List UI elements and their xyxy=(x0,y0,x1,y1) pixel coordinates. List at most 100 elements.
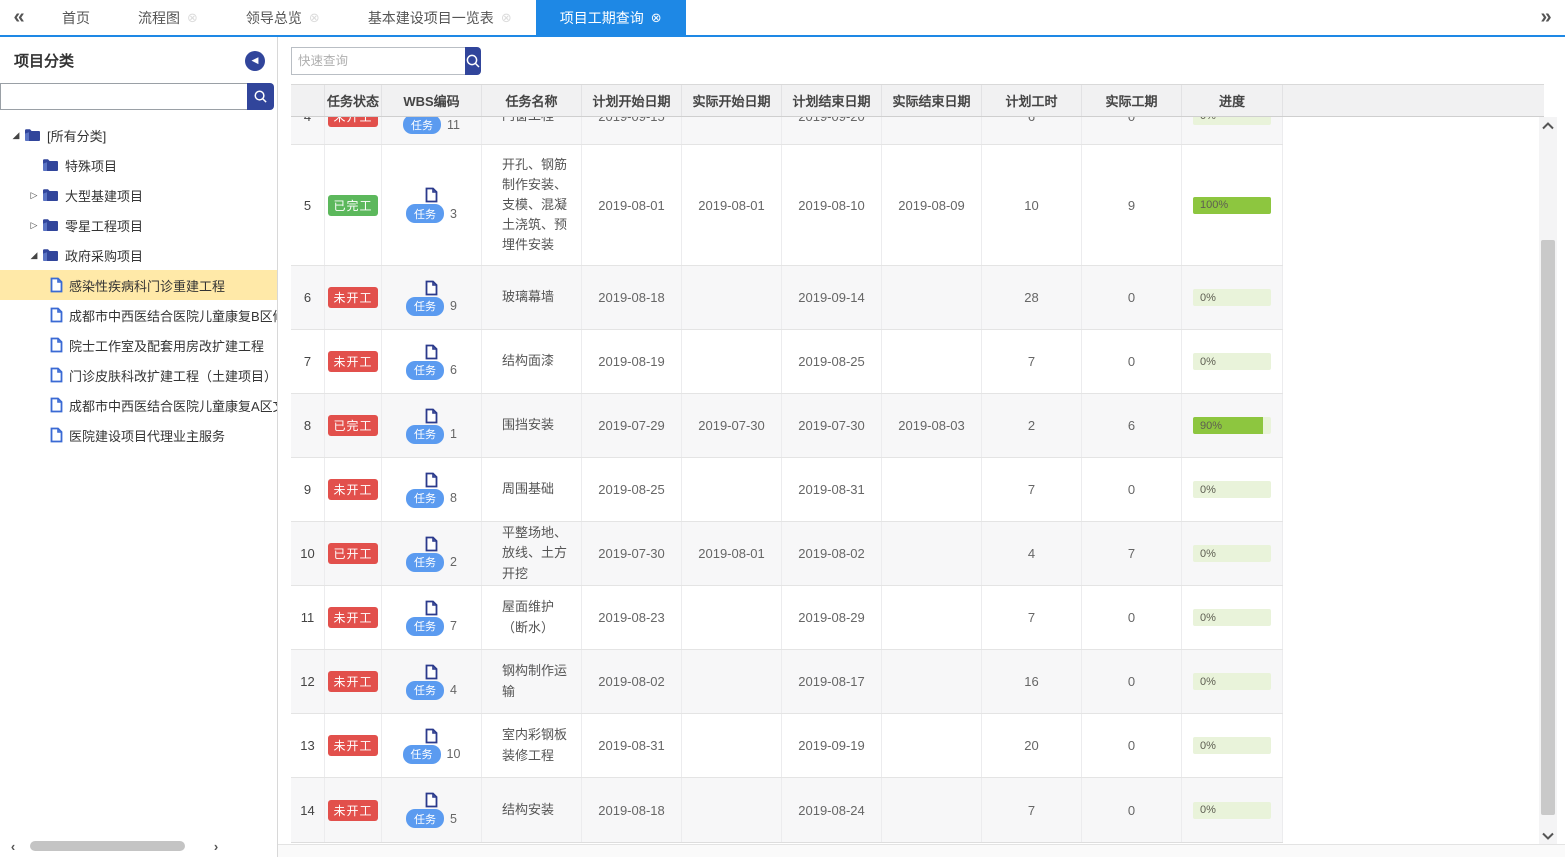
actual-hours-cell: 6 xyxy=(1082,394,1182,457)
tab-项目工期查询[interactable]: 项目工期查询⊗ xyxy=(536,0,686,35)
tree-item-label: 特殊项目 xyxy=(65,156,117,175)
actual-hours-cell: 0 xyxy=(1082,458,1182,521)
status-badge: 未开工 xyxy=(328,800,377,821)
table-row[interactable]: 11未开工任务7屋面维护（断水）2019-08-232019-08-29700% xyxy=(291,586,1283,650)
file-icon xyxy=(50,307,63,323)
table-row[interactable]: 12未开工任务4钢构制作运输2019-08-022019-08-171600% xyxy=(291,650,1283,714)
tree-item-project[interactable]: 成都市中西医结合医院儿童康复A区文化 xyxy=(0,390,277,420)
tab-close-icon[interactable]: ⊗ xyxy=(187,10,198,26)
tree-item-category[interactable]: ▷ 大型基建项目 xyxy=(0,180,277,210)
wbs-number: 3 xyxy=(450,207,457,221)
tree-item-project[interactable]: 医院建设项目代理业主服务 xyxy=(0,420,277,450)
hscroll-thumb[interactable] xyxy=(30,841,185,851)
plan-end-cell: 2019-08-10 xyxy=(782,145,882,265)
hscroll-left-icon[interactable]: ‹ xyxy=(0,839,26,854)
progress-label: 0% xyxy=(1200,804,1216,816)
table-row[interactable]: 4未开工任务11门窗工程2019-09-152019-09-20600% xyxy=(291,117,1283,145)
plan-start-cell: 2019-08-18 xyxy=(582,778,682,842)
table-row[interactable]: 13未开工任务10室内彩钢板装修工程2019-08-312019-09-1920… xyxy=(291,714,1283,778)
document-icon xyxy=(425,187,438,203)
progress-label: 0% xyxy=(1200,356,1216,368)
wbs-number: 6 xyxy=(450,363,457,377)
plan-start-cell: 2019-07-30 xyxy=(582,522,682,585)
progress-label: 0% xyxy=(1200,676,1216,688)
actual-start-cell: 2019-08-01 xyxy=(682,522,782,585)
task-pill: 任务 xyxy=(406,425,444,444)
tree-item-project[interactable]: 感染性疾病科门诊重建工程 xyxy=(0,270,277,300)
table-row[interactable]: 8已完工任务1围挡安装2019-07-292019-07-302019-07-3… xyxy=(291,394,1283,458)
wbs-number: 9 xyxy=(450,299,457,313)
progress-cell: 0% xyxy=(1182,458,1283,521)
plan-start-cell: 2019-08-01 xyxy=(582,145,682,265)
tree-item-category[interactable]: ▷ 零星工程项目 xyxy=(0,210,277,240)
quick-search-input[interactable] xyxy=(291,47,465,75)
tree-item-label: 大型基建项目 xyxy=(65,186,143,205)
document-icon xyxy=(425,728,438,744)
tab-close-icon[interactable]: ⊗ xyxy=(501,10,512,26)
category-search-button[interactable] xyxy=(247,83,274,110)
tree-item-category[interactable]: ◢政府采购项目 xyxy=(0,240,277,270)
tab-流程图[interactable]: 流程图⊗ xyxy=(114,0,222,35)
wbs-code: 任务8 xyxy=(406,472,457,508)
progress-label: 100% xyxy=(1200,199,1228,211)
actual-hours-cell: 0 xyxy=(1082,778,1182,842)
plan-end-cell: 2019-09-20 xyxy=(782,117,882,145)
wbs-cell: 任务9 xyxy=(382,266,482,329)
tree-item-category[interactable]: 特殊项目 xyxy=(0,150,277,180)
tree-item-label: 成都市中西医结合医院儿童康复A区文化 xyxy=(69,396,277,415)
quick-search-button[interactable] xyxy=(465,47,481,75)
plan-end-cell: 2019-09-14 xyxy=(782,266,882,329)
collapse-node-icon[interactable]: ◢ xyxy=(26,250,42,261)
actual-hours-cell: 0 xyxy=(1082,714,1182,777)
progress-cell: 0% xyxy=(1182,714,1283,777)
horizontal-scrollbar-track[interactable] xyxy=(278,844,1565,857)
table-row[interactable]: 6未开工任务9玻璃幕墙2019-08-182019-09-142800% xyxy=(291,266,1283,330)
collapse-node-icon[interactable]: ◢ xyxy=(8,130,24,141)
tab-close-icon[interactable]: ⊗ xyxy=(651,10,662,26)
progress-bar: 0% xyxy=(1193,117,1271,125)
sidebar-horizontal-scrollbar[interactable]: ‹ › xyxy=(0,837,277,855)
scroll-down-icon[interactable] xyxy=(1539,827,1557,844)
status-cell: 未开工 xyxy=(325,714,382,777)
actual-end-cell xyxy=(882,778,982,842)
plan-end-cell: 2019-08-29 xyxy=(782,586,882,649)
progress-cell: 0% xyxy=(1182,117,1283,145)
tree-item-project[interactable]: 院士工作室及配套用房改扩建工程 xyxy=(0,330,277,360)
table-row[interactable]: 5已完工任务3开孔、钢筋制作安装、支模、混凝土浇筑、预埋件安装2019-08-0… xyxy=(291,145,1283,266)
tabs-scroll-left-icon[interactable]: « xyxy=(0,0,38,35)
sidebar-collapse-button[interactable]: ◀ xyxy=(245,51,265,71)
tabs-scroll-right-icon[interactable]: » xyxy=(1527,0,1565,35)
tab-首页[interactable]: 首页 xyxy=(38,0,114,35)
actual-hours-cell: 9 xyxy=(1082,145,1182,265)
plan-end-cell: 2019-08-02 xyxy=(782,522,882,585)
tree-item-category[interactable]: ◢[所有分类] xyxy=(0,120,277,150)
tab-领导总览[interactable]: 领导总览⊗ xyxy=(222,0,344,35)
wbs-code: 任务9 xyxy=(406,280,457,316)
tab-基本建设项目一览表[interactable]: 基本建设项目一览表⊗ xyxy=(344,0,536,35)
tree-item-project[interactable]: 门诊皮肤科改扩建工程（土建项目） xyxy=(0,360,277,390)
tab-close-icon[interactable]: ⊗ xyxy=(309,10,320,26)
task-pill: 任务 xyxy=(406,681,444,700)
category-search-input[interactable] xyxy=(0,83,247,110)
hscroll-right-icon[interactable]: › xyxy=(203,839,229,854)
vertical-scrollbar[interactable] xyxy=(1539,117,1557,844)
vscroll-thumb[interactable] xyxy=(1541,240,1555,815)
progress-label: 90% xyxy=(1200,420,1222,432)
tree-item-project[interactable]: 成都市中西医结合医院儿童康复B区修缮 xyxy=(0,300,277,330)
progress-cell: 90% xyxy=(1182,394,1283,457)
expand-node-icon[interactable]: ▷ xyxy=(26,220,42,231)
table-row[interactable]: 7未开工任务6结构面漆2019-08-192019-08-25700% xyxy=(291,330,1283,394)
wbs-cell: 任务8 xyxy=(382,458,482,521)
row-number: 6 xyxy=(291,266,325,329)
tree-item-label: 零星工程项目 xyxy=(65,216,143,235)
column-header-rownum xyxy=(291,85,325,116)
table-row[interactable]: 10已开工任务2平整场地、放线、土方开挖2019-07-302019-08-01… xyxy=(291,522,1283,586)
table-row[interactable]: 14未开工任务5结构安装2019-08-182019-08-24700% xyxy=(291,778,1283,842)
task-pill: 任务 xyxy=(406,809,444,828)
status-cell: 已完工 xyxy=(325,394,382,457)
status-badge: 已完工 xyxy=(328,415,377,436)
plan-hours-cell: 2 xyxy=(982,394,1082,457)
table-row[interactable]: 9未开工任务8周围基础2019-08-252019-08-31700% xyxy=(291,458,1283,522)
scroll-up-icon[interactable] xyxy=(1539,117,1557,134)
expand-node-icon[interactable]: ▷ xyxy=(26,190,42,201)
